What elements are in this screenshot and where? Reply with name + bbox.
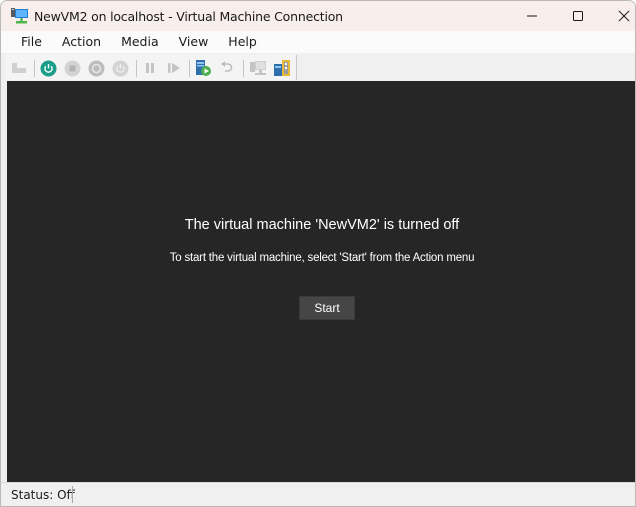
- maximize-icon: [573, 11, 583, 21]
- menu-file[interactable]: File: [11, 31, 52, 53]
- resume-button[interactable]: [165, 59, 183, 77]
- turn-off-button[interactable]: [63, 59, 81, 77]
- menu-bar: File Action Media View Help: [1, 31, 635, 53]
- title-bar: NewVM2 on localhost - Virtual Machine Co…: [1, 1, 635, 31]
- toolbar-separator: [189, 60, 190, 77]
- menu-view[interactable]: View: [169, 31, 219, 53]
- pause-button[interactable]: [141, 59, 159, 77]
- status-text: Status: Off: [11, 488, 75, 502]
- enhanced-session-icon: [250, 61, 266, 75]
- enhanced-session-button[interactable]: [249, 59, 267, 77]
- ctrl-alt-del-icon: [12, 63, 26, 73]
- shut-down-button[interactable]: [87, 59, 105, 77]
- resume-icon: [168, 63, 180, 73]
- minimize-button[interactable]: [509, 1, 555, 31]
- checkpoint-button[interactable]: [194, 59, 212, 77]
- toolbar: [1, 53, 635, 81]
- revert-button[interactable]: [218, 59, 236, 77]
- toolbar-separator: [34, 60, 35, 77]
- status-bar: Status: Off: [1, 482, 635, 506]
- status-separator: [72, 486, 73, 503]
- maximize-button[interactable]: [555, 1, 601, 31]
- save-state-button[interactable]: [111, 59, 129, 77]
- minimize-icon: [527, 15, 537, 17]
- close-button[interactable]: [601, 1, 635, 31]
- checkpoint-icon: [196, 60, 211, 76]
- vm-connection-window: NewVM2 on localhost - Virtual Machine Co…: [0, 0, 636, 507]
- start-button[interactable]: Start: [299, 296, 355, 320]
- menu-action[interactable]: Action: [52, 31, 111, 53]
- menu-help[interactable]: Help: [218, 31, 267, 53]
- pause-icon: [146, 63, 154, 73]
- ctrl-alt-del-button[interactable]: [10, 59, 28, 77]
- toolbar-separator: [243, 60, 244, 77]
- vm-display-area[interactable]: The virtual machine 'NewVM2' is turned o…: [7, 81, 635, 482]
- vm-start-instruction: To start the virtual machine, select 'St…: [169, 252, 475, 264]
- menu-media[interactable]: Media: [111, 31, 169, 53]
- share-button[interactable]: [273, 59, 291, 77]
- window-title: NewVM2 on localhost - Virtual Machine Co…: [34, 9, 343, 24]
- power-start-icon: [40, 60, 56, 76]
- close-icon: [618, 10, 630, 22]
- revert-icon: [221, 61, 233, 72]
- save-state-icon: [112, 60, 128, 76]
- vm-off-heading: The virtual machine 'NewVM2' is turned o…: [184, 217, 460, 233]
- vm-connection-monitor-icon: [11, 8, 29, 24]
- share-usb-icon: [274, 60, 290, 76]
- stop-icon: [64, 60, 80, 76]
- toolbar-separator: [136, 60, 137, 77]
- toolbar-strip: [5, 55, 297, 80]
- shutdown-icon: [88, 60, 104, 76]
- start-vm-button[interactable]: [39, 59, 57, 77]
